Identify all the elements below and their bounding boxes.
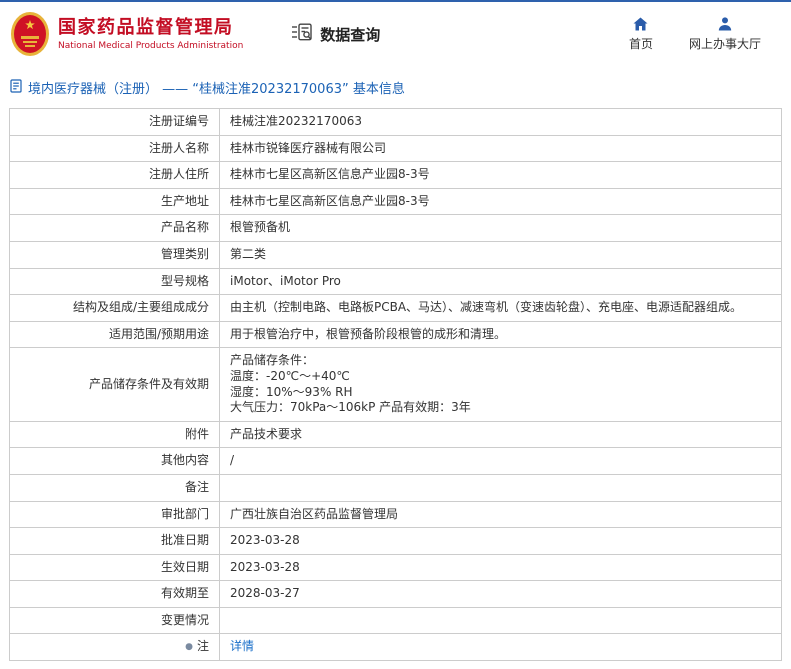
data-query-icon bbox=[291, 23, 313, 46]
org-name-en: National Medical Products Administration bbox=[58, 41, 244, 52]
field-value: 桂械注准20232170063 bbox=[219, 108, 782, 136]
field-value bbox=[219, 473, 782, 502]
field-label: 产品名称 bbox=[9, 214, 220, 242]
table-row: 生产地址 桂林市七星区高新区信息产业园8-3号 bbox=[9, 187, 782, 216]
field-value: 2023-03-28 bbox=[219, 553, 782, 582]
field-value: 桂林市七星区高新区信息产业园8-3号 bbox=[219, 187, 782, 216]
nav-service-hall-label: 网上办事大厅 bbox=[688, 37, 761, 51]
field-label: 适用范围/预期用途 bbox=[9, 320, 220, 349]
field-value: 桂林市锐锋医疗器械有限公司 bbox=[219, 134, 782, 163]
data-query-label: 数据查询 bbox=[320, 25, 381, 44]
field-label: 管理类别 bbox=[9, 240, 220, 269]
table-row: 产品名称 根管预备机 bbox=[9, 214, 782, 242]
table-row: 有效期至 2028-03-27 bbox=[9, 580, 782, 608]
field-label: 附件 bbox=[9, 420, 220, 449]
field-label: 变更情况 bbox=[9, 606, 220, 635]
header-nav: 首页 网上办事大厅 bbox=[629, 16, 777, 52]
field-value: 用于根管治疗中，根管预备阶段根管的成形和清理。 bbox=[219, 320, 782, 349]
table-row: 批准日期 2023-03-28 bbox=[9, 527, 782, 555]
field-label: 生产地址 bbox=[9, 187, 220, 216]
table-row: 生效日期 2023-03-28 bbox=[9, 553, 782, 582]
national-emblem-icon bbox=[10, 11, 50, 57]
table-row: 注册人住所 桂林市七星区高新区信息产业园8-3号 bbox=[9, 161, 782, 189]
table-row: 注册证编号 桂械注准20232170063 bbox=[9, 108, 782, 136]
field-value: 第二类 bbox=[219, 240, 782, 269]
field-label: 结构及组成/主要组成成分 bbox=[9, 294, 220, 322]
field-value: 2028-03-27 bbox=[219, 580, 782, 608]
table-row: 审批部门 广西壮族自治区药品监督管理局 bbox=[9, 500, 782, 529]
field-value: 2023-03-28 bbox=[219, 527, 782, 555]
table-row: 适用范围/预期用途 用于根管治疗中，根管预备阶段根管的成形和清理。 bbox=[9, 320, 782, 349]
field-label: 产品储存条件及有效期 bbox=[9, 347, 220, 422]
table-row: 备注 bbox=[9, 473, 782, 502]
field-value: 桂林市七星区高新区信息产业园8-3号 bbox=[219, 161, 782, 189]
field-label: 审批部门 bbox=[9, 500, 220, 529]
breadcrumb-text: 境内医疗器械（注册） —— “桂械注准20232170063” 基本信息 bbox=[28, 82, 405, 97]
brand-logo[interactable]: 国家药品监督管理局 National Medical Products Admi… bbox=[10, 11, 243, 57]
brand-text: 国家药品监督管理局 National Medical Products Admi… bbox=[58, 17, 243, 52]
note-icon: ● bbox=[185, 642, 193, 653]
field-value: iMotor、iMotor Pro bbox=[219, 267, 782, 296]
field-label: 其他内容 bbox=[9, 447, 220, 475]
field-label: 生效日期 bbox=[9, 553, 220, 582]
nav-service-hall[interactable]: 网上办事大厅 bbox=[689, 16, 761, 52]
table-row: 型号规格 iMotor、iMotor Pro bbox=[9, 267, 782, 296]
table-row: 注册人名称 桂林市锐锋医疗器械有限公司 bbox=[9, 134, 782, 163]
field-value: / bbox=[219, 447, 782, 475]
nav-home-label: 首页 bbox=[628, 37, 653, 51]
field-label-text: 注 bbox=[196, 639, 209, 654]
field-value bbox=[219, 606, 782, 635]
home-icon bbox=[633, 16, 648, 31]
org-name: 国家药品监督管理局 bbox=[58, 16, 234, 38]
table-row: 产品储存条件及有效期 产品储存条件： 温度：-20℃～+40℃ 湿度：10%～93… bbox=[9, 347, 782, 422]
field-value: 产品储存条件： 温度：-20℃～+40℃ 湿度：10%～93% RH 大气压力：… bbox=[219, 347, 782, 422]
field-label: 注册人住所 bbox=[9, 161, 220, 189]
table-row: 其他内容 / bbox=[9, 447, 782, 475]
breadcrumb: 境内医疗器械（注册） —— “桂械注准20232170063” 基本信息 bbox=[0, 64, 791, 108]
person-icon bbox=[718, 16, 732, 31]
table-row: 管理类别 第二类 bbox=[9, 240, 782, 269]
field-value: 产品技术要求 bbox=[219, 420, 782, 449]
field-value: 根管预备机 bbox=[219, 214, 782, 242]
table-row: ● 注详情 bbox=[9, 633, 782, 662]
field-value: 由主机（控制电路、电路板PCBA、马达）、减速弯机（变速齿轮盘）、充电座、电源适… bbox=[219, 294, 782, 322]
field-label: ● 注 bbox=[9, 633, 220, 662]
field-label: 有效期至 bbox=[9, 580, 220, 608]
field-label: 备注 bbox=[9, 473, 220, 502]
data-query-section: 数据查询 bbox=[291, 23, 380, 46]
table-row: 附件 产品技术要求 bbox=[9, 420, 782, 449]
field-label: 注册证编号 bbox=[9, 108, 220, 136]
field-label: 注册人名称 bbox=[9, 134, 220, 163]
table-row: 变更情况 bbox=[9, 606, 782, 635]
field-label: 批准日期 bbox=[9, 527, 220, 555]
field-value: 广西壮族自治区药品监督管理局 bbox=[219, 500, 782, 529]
document-icon bbox=[10, 78, 22, 97]
nav-home[interactable]: 首页 bbox=[629, 16, 653, 52]
site-header: 国家药品监督管理局 National Medical Products Admi… bbox=[0, 2, 791, 64]
table-row: 结构及组成/主要组成成分 由主机（控制电路、电路板PCBA、马达）、减速弯机（变速… bbox=[9, 294, 782, 322]
field-label: 型号规格 bbox=[9, 267, 220, 296]
field-value: 详情 bbox=[219, 633, 782, 662]
detail-link[interactable]: 详情 bbox=[230, 639, 254, 653]
info-table: 注册证编号 桂械注准20232170063 注册人名称 桂林市锐锋医疗器械有限公司 注册… bbox=[9, 108, 782, 662]
